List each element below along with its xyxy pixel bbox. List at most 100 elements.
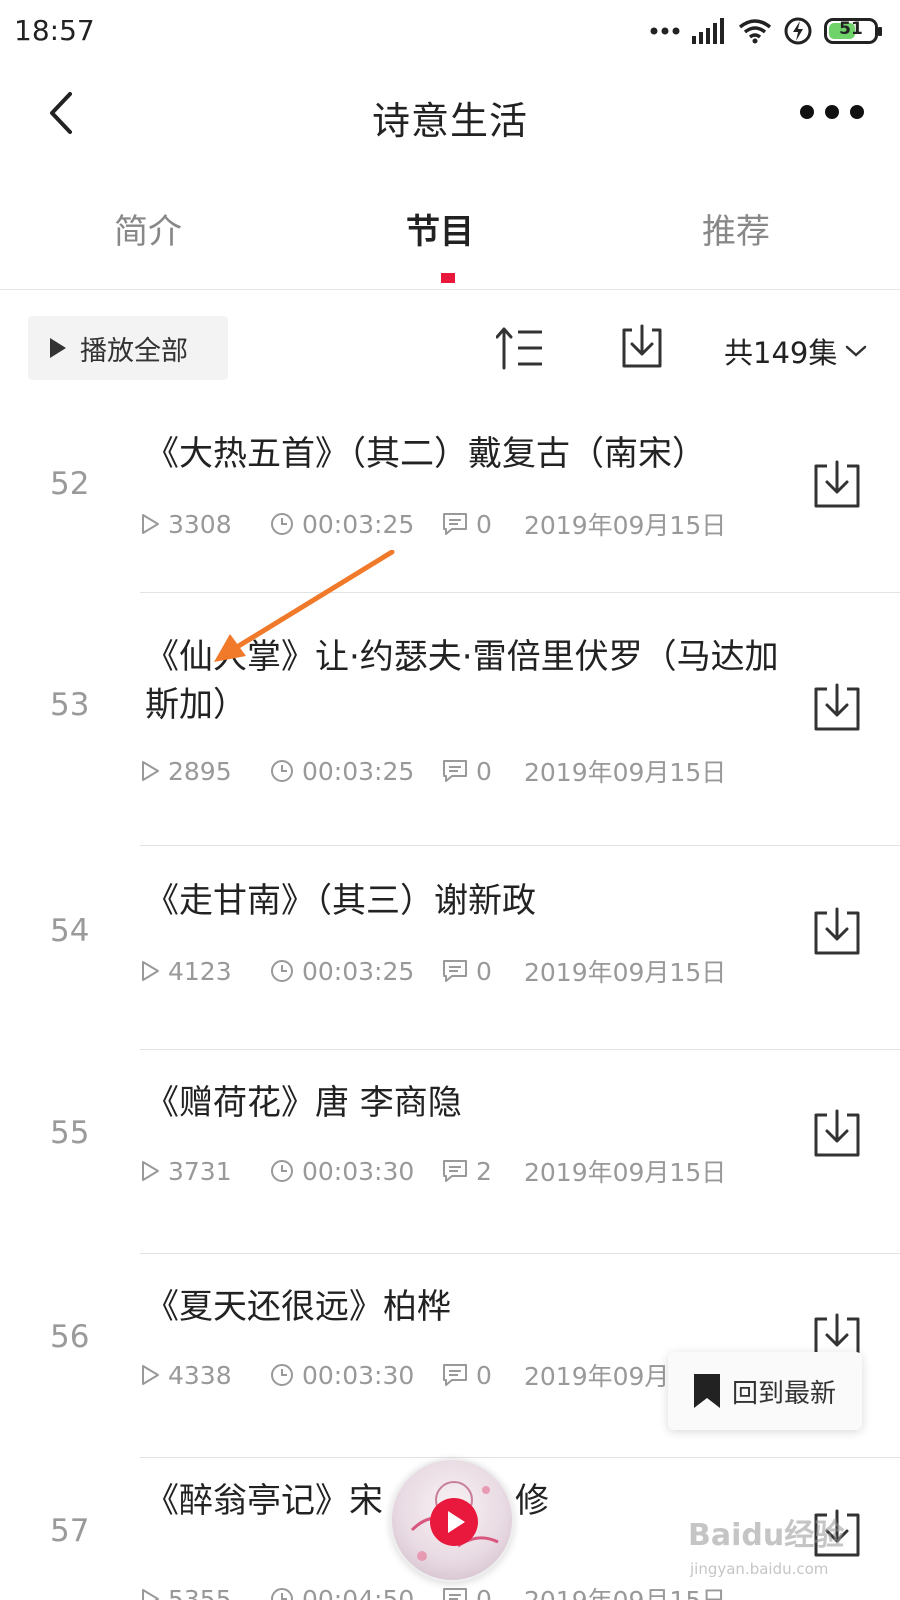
clock-icon [271,1160,293,1182]
play-all-label: 播放全部 [80,335,188,367]
episode-number: 56 [50,1319,90,1355]
episode-download-button[interactable] [812,1109,862,1159]
comment-icon [443,760,467,782]
duration: 00:03:30 [270,1361,442,1390]
more-dots-status-icon [650,27,680,35]
play-count-icon [142,761,159,781]
publish-date: 2019年09月15日 [524,1158,727,1187]
tab-recommend[interactable]: 推荐 [636,204,836,253]
more-dot-icon [800,105,814,119]
clock-icon [271,513,293,535]
back-to-latest-label: 回到最新 [732,1378,837,1409]
comment-count: 0 [442,1361,524,1390]
duration: 00:04:50 [270,1585,442,1600]
wifi-icon [738,19,772,44]
episode-number: 55 [50,1115,90,1151]
episode-title: 《大热五首》（其二）戴复古（南宋） [145,434,706,474]
episode-title: 《赠荷花》唐 李商隐 [145,1083,462,1123]
more-dot-icon [850,105,864,119]
episode-title-tail: 修 [515,1481,549,1521]
episode-download-button[interactable] [812,907,862,957]
annotation-arrow-icon [214,550,395,662]
publish-date: 2019年09月15日 [524,958,727,987]
comment-icon [443,1364,467,1386]
download-icon [814,907,860,955]
episode-count-label: 共149集 [724,336,838,370]
more-options-button[interactable] [800,92,864,132]
publish-date: 2019年09月15日 [524,511,727,540]
play-count-icon [142,1161,159,1181]
comment-icon [443,1160,467,1182]
batch-download-button[interactable] [618,322,666,370]
episode-download-button[interactable] [812,460,862,510]
header: 诗意生活 [0,62,900,166]
play-icon [50,338,66,358]
episode-meta: 2895 00:03:25 0 2019年09月15日 [140,753,726,789]
sort-button[interactable] [495,326,546,370]
battery-level: 51 [839,19,863,39]
download-icon [814,1109,860,1157]
comment-count: 0 [442,1585,524,1600]
watermark-url: jingyan.baidu.com [690,1560,829,1578]
back-to-latest-button[interactable]: 回到最新 [668,1352,862,1430]
episode-download-button[interactable] [812,683,862,733]
watermark: Baidu经验 [688,1518,845,1553]
status-bar: 18:57 51 [0,0,900,62]
episode-meta: 4123 00:03:25 0 2019年09月15日 [140,953,726,989]
play-count: 5355 [140,1585,270,1600]
episode-number: 52 [50,466,90,502]
list-toolbar: 播放全部 共149集 [0,316,900,386]
play-count-icon [142,1589,159,1600]
clock-icon [271,1364,293,1386]
signal-icon [692,18,724,44]
clock-icon [271,760,293,782]
download-icon [622,324,662,368]
play-count-icon [142,514,159,534]
comment-count: 0 [442,510,524,539]
comment-count: 0 [442,957,524,986]
bookmark-icon [694,1374,720,1408]
episode-number: 57 [50,1513,90,1549]
comment-count: 0 [442,757,524,786]
clock-icon [271,1588,293,1600]
comment-icon [443,513,467,535]
tab-bar: 简介 节目 推荐 [0,180,900,290]
episode-meta: 3308 00:03:25 0 2019年09月15日 [140,506,726,542]
play-count: 4338 [140,1361,270,1390]
play-count-icon [142,1365,159,1385]
row-divider [140,1253,900,1254]
episode-number: 54 [50,913,90,949]
episode-count-selector[interactable]: 共149集 [724,330,867,372]
episode-meta: 5355 00:04:50 0 2019年09月15日 [140,1581,726,1600]
play-all-button[interactable]: 播放全部 [28,316,228,380]
duration: 00:03:30 [270,1157,442,1186]
tab-intro[interactable]: 简介 [48,204,248,253]
play-count: 2895 [140,757,270,786]
comment-count: 2 [442,1157,524,1186]
page-title: 诗意生活 [371,99,528,143]
status-time: 18:57 [14,14,95,47]
charging-icon [784,17,812,45]
battery-icon: 51 [824,18,882,44]
sort-order-icon [495,327,542,370]
duration: 00:03:25 [270,757,442,786]
row-divider [140,845,900,846]
publish-date: 2019年09月15日 [524,758,727,787]
play-count-icon [142,961,159,981]
mini-player[interactable] [390,1458,514,1582]
mini-play-button[interactable] [430,1498,478,1546]
download-icon [814,683,860,731]
episode-title: 《夏天还很远》柏桦 [145,1287,451,1327]
comment-icon [443,960,467,982]
clock-icon [271,960,293,982]
row-divider [140,1049,900,1050]
tab-programs[interactable]: 节目 [340,204,540,253]
active-tab-indicator [441,273,455,283]
status-icons: 51 [650,14,882,48]
play-count: 4123 [140,957,270,986]
episode-title: 《走甘南》（其三）谢新政 [145,881,536,921]
play-count: 3308 [140,510,270,539]
episode-title-head: 《醉翁亭记》宋 [145,1481,383,1521]
download-icon [814,460,860,508]
battery-nub [878,27,882,36]
